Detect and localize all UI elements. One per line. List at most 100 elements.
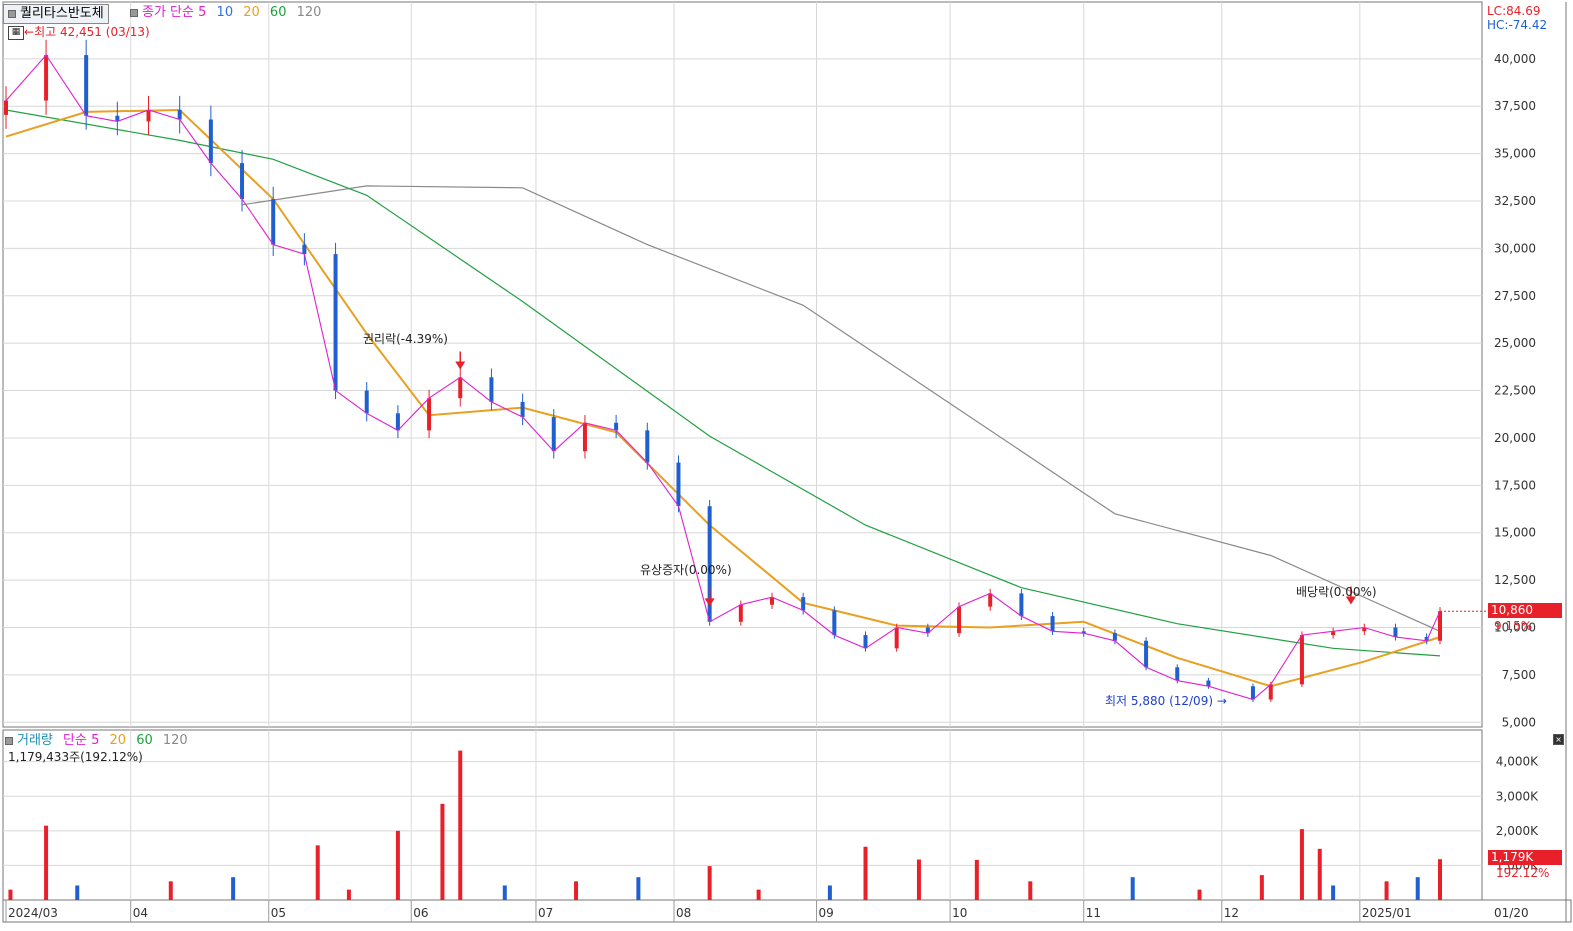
chart-canvas: 40,000 37,500 35,000 32,500 30,000 27,500 25,0…	[2, 1, 1572, 923]
x-tick-label: 06	[413, 906, 428, 920]
volume-bar	[636, 877, 641, 900]
price-tick-label: 37,500	[1494, 99, 1536, 113]
candle-body	[364, 390, 369, 414]
volume-bar	[315, 845, 320, 900]
table-icon[interactable]: ▦	[8, 25, 24, 40]
volume-bar	[168, 881, 173, 900]
volume-bar	[756, 889, 761, 900]
stock-name-box[interactable]: 퀄리타스반도체	[3, 4, 109, 24]
low-price-marker: 최저 5,880 (12/09) →	[1105, 694, 1227, 708]
candle-body	[4, 100, 8, 115]
volume-bar	[8, 889, 13, 900]
vol-legend-5: 5	[91, 733, 100, 748]
volume-bar	[1331, 885, 1336, 900]
x-tick-label: 2025/01	[1362, 906, 1412, 920]
candle-body	[1250, 686, 1255, 700]
volume-bar	[502, 885, 507, 900]
volume-bar	[1438, 859, 1442, 900]
candle-body	[302, 244, 307, 255]
x-axis-strip	[2, 899, 1572, 923]
volume-tick-label: 3,000K	[1496, 789, 1539, 803]
candle-body	[1299, 635, 1304, 685]
volume-bar	[75, 885, 80, 900]
price-tick-label: 32,500	[1494, 194, 1536, 208]
hc-label: HC:-74.42	[1487, 18, 1548, 32]
volume-bar	[1197, 889, 1202, 900]
paid-in-arrow	[704, 598, 715, 607]
volume-bar	[1130, 877, 1135, 900]
volume-bar	[1028, 881, 1033, 900]
volume-bar	[1384, 881, 1389, 900]
volume-tick-label: 2,000K	[1496, 824, 1539, 838]
x-tick-label: 09	[819, 906, 834, 920]
price-tick-label: 17,500	[1494, 478, 1536, 492]
volume-bar	[1415, 877, 1420, 900]
price-tick-label: 40,000	[1494, 52, 1536, 66]
legend-ma10: 10	[216, 5, 234, 20]
candle-body	[44, 55, 49, 101]
candle-body	[832, 610, 837, 636]
volume-bar	[974, 859, 979, 900]
price-tick-label: 12,500	[1494, 573, 1536, 587]
price-ma-legend: 종가 단순 5 10 20 60 120	[130, 5, 321, 21]
candle-body	[551, 417, 556, 452]
volume-bar	[440, 803, 445, 900]
volume-bar	[346, 889, 351, 900]
candle-body	[988, 593, 993, 607]
candle-body	[208, 119, 213, 164]
candle-body	[957, 606, 962, 634]
price-tick-label: 35,000	[1494, 147, 1536, 161]
legend-ma60: 60	[269, 5, 287, 20]
price-tick-label: 30,000	[1494, 241, 1536, 255]
candle-body	[427, 398, 432, 431]
low-arrow-icon: →	[1213, 694, 1227, 708]
candle-body	[1144, 640, 1149, 668]
volume-bar	[395, 830, 400, 900]
volume-bar	[44, 825, 49, 900]
x-tick-label: 10	[952, 906, 967, 920]
ma20-line	[5, 108, 1441, 688]
volume-bar	[458, 750, 463, 900]
candle-body	[1050, 616, 1055, 632]
candle-body	[738, 604, 743, 622]
volume-bar	[707, 866, 712, 900]
candle-body	[614, 422, 619, 431]
volume-method: 단순	[63, 733, 87, 748]
volume-bar	[863, 846, 868, 900]
vol-legend-20: 20	[109, 733, 127, 748]
stock-chart: 40,000 37,500 35,000 32,500 30,000 27,500 25,0…	[0, 0, 1573, 931]
volume-pct-label: 192.12%	[1496, 866, 1550, 880]
volume-tick-label: 4,000K	[1496, 755, 1539, 769]
rights-event-label: 권리락(-4.39%)	[363, 332, 448, 346]
high-arrow-icon: ←	[24, 25, 35, 39]
ma-prefix: 종가 단순	[142, 5, 194, 20]
price-tick-label: 20,000	[1494, 431, 1536, 445]
price-tick-label: 5,000	[1502, 715, 1536, 729]
price-tick-label: 27,500	[1494, 289, 1536, 303]
price-tick-label: 15,000	[1494, 526, 1536, 540]
high-price-text: 최고 42,451 (03/13)	[34, 25, 150, 39]
x-tick-label: 11	[1086, 906, 1101, 920]
x-tick-label: 08	[676, 906, 691, 920]
close-pane-icon[interactable]: ×	[1553, 734, 1564, 745]
candle-body	[645, 430, 650, 463]
volume-pane-frame	[2, 729, 1483, 901]
volume-prefix: 거래량	[17, 733, 53, 748]
candle-body	[520, 401, 525, 418]
candle-body	[582, 422, 587, 452]
menu-square-icon[interactable]	[8, 9, 16, 18]
candle-body	[1175, 667, 1180, 681]
candle-body	[1268, 684, 1273, 700]
vol-legend-120: 120	[162, 733, 188, 748]
candle-body	[894, 627, 899, 649]
price-tick-label: 25,000	[1494, 336, 1536, 350]
x-tick-label: 12	[1224, 906, 1239, 920]
legend-square-icon[interactable]	[130, 8, 138, 17]
paid-in-event-label: 유상증자(0.00%)	[640, 563, 732, 577]
candle-body	[1112, 633, 1117, 641]
candle-body	[801, 597, 806, 611]
volume-legend-square-icon[interactable]	[5, 736, 13, 745]
lc-label: LC:84.69	[1487, 4, 1541, 18]
candle-body	[1019, 593, 1024, 617]
candle-body	[271, 199, 276, 245]
